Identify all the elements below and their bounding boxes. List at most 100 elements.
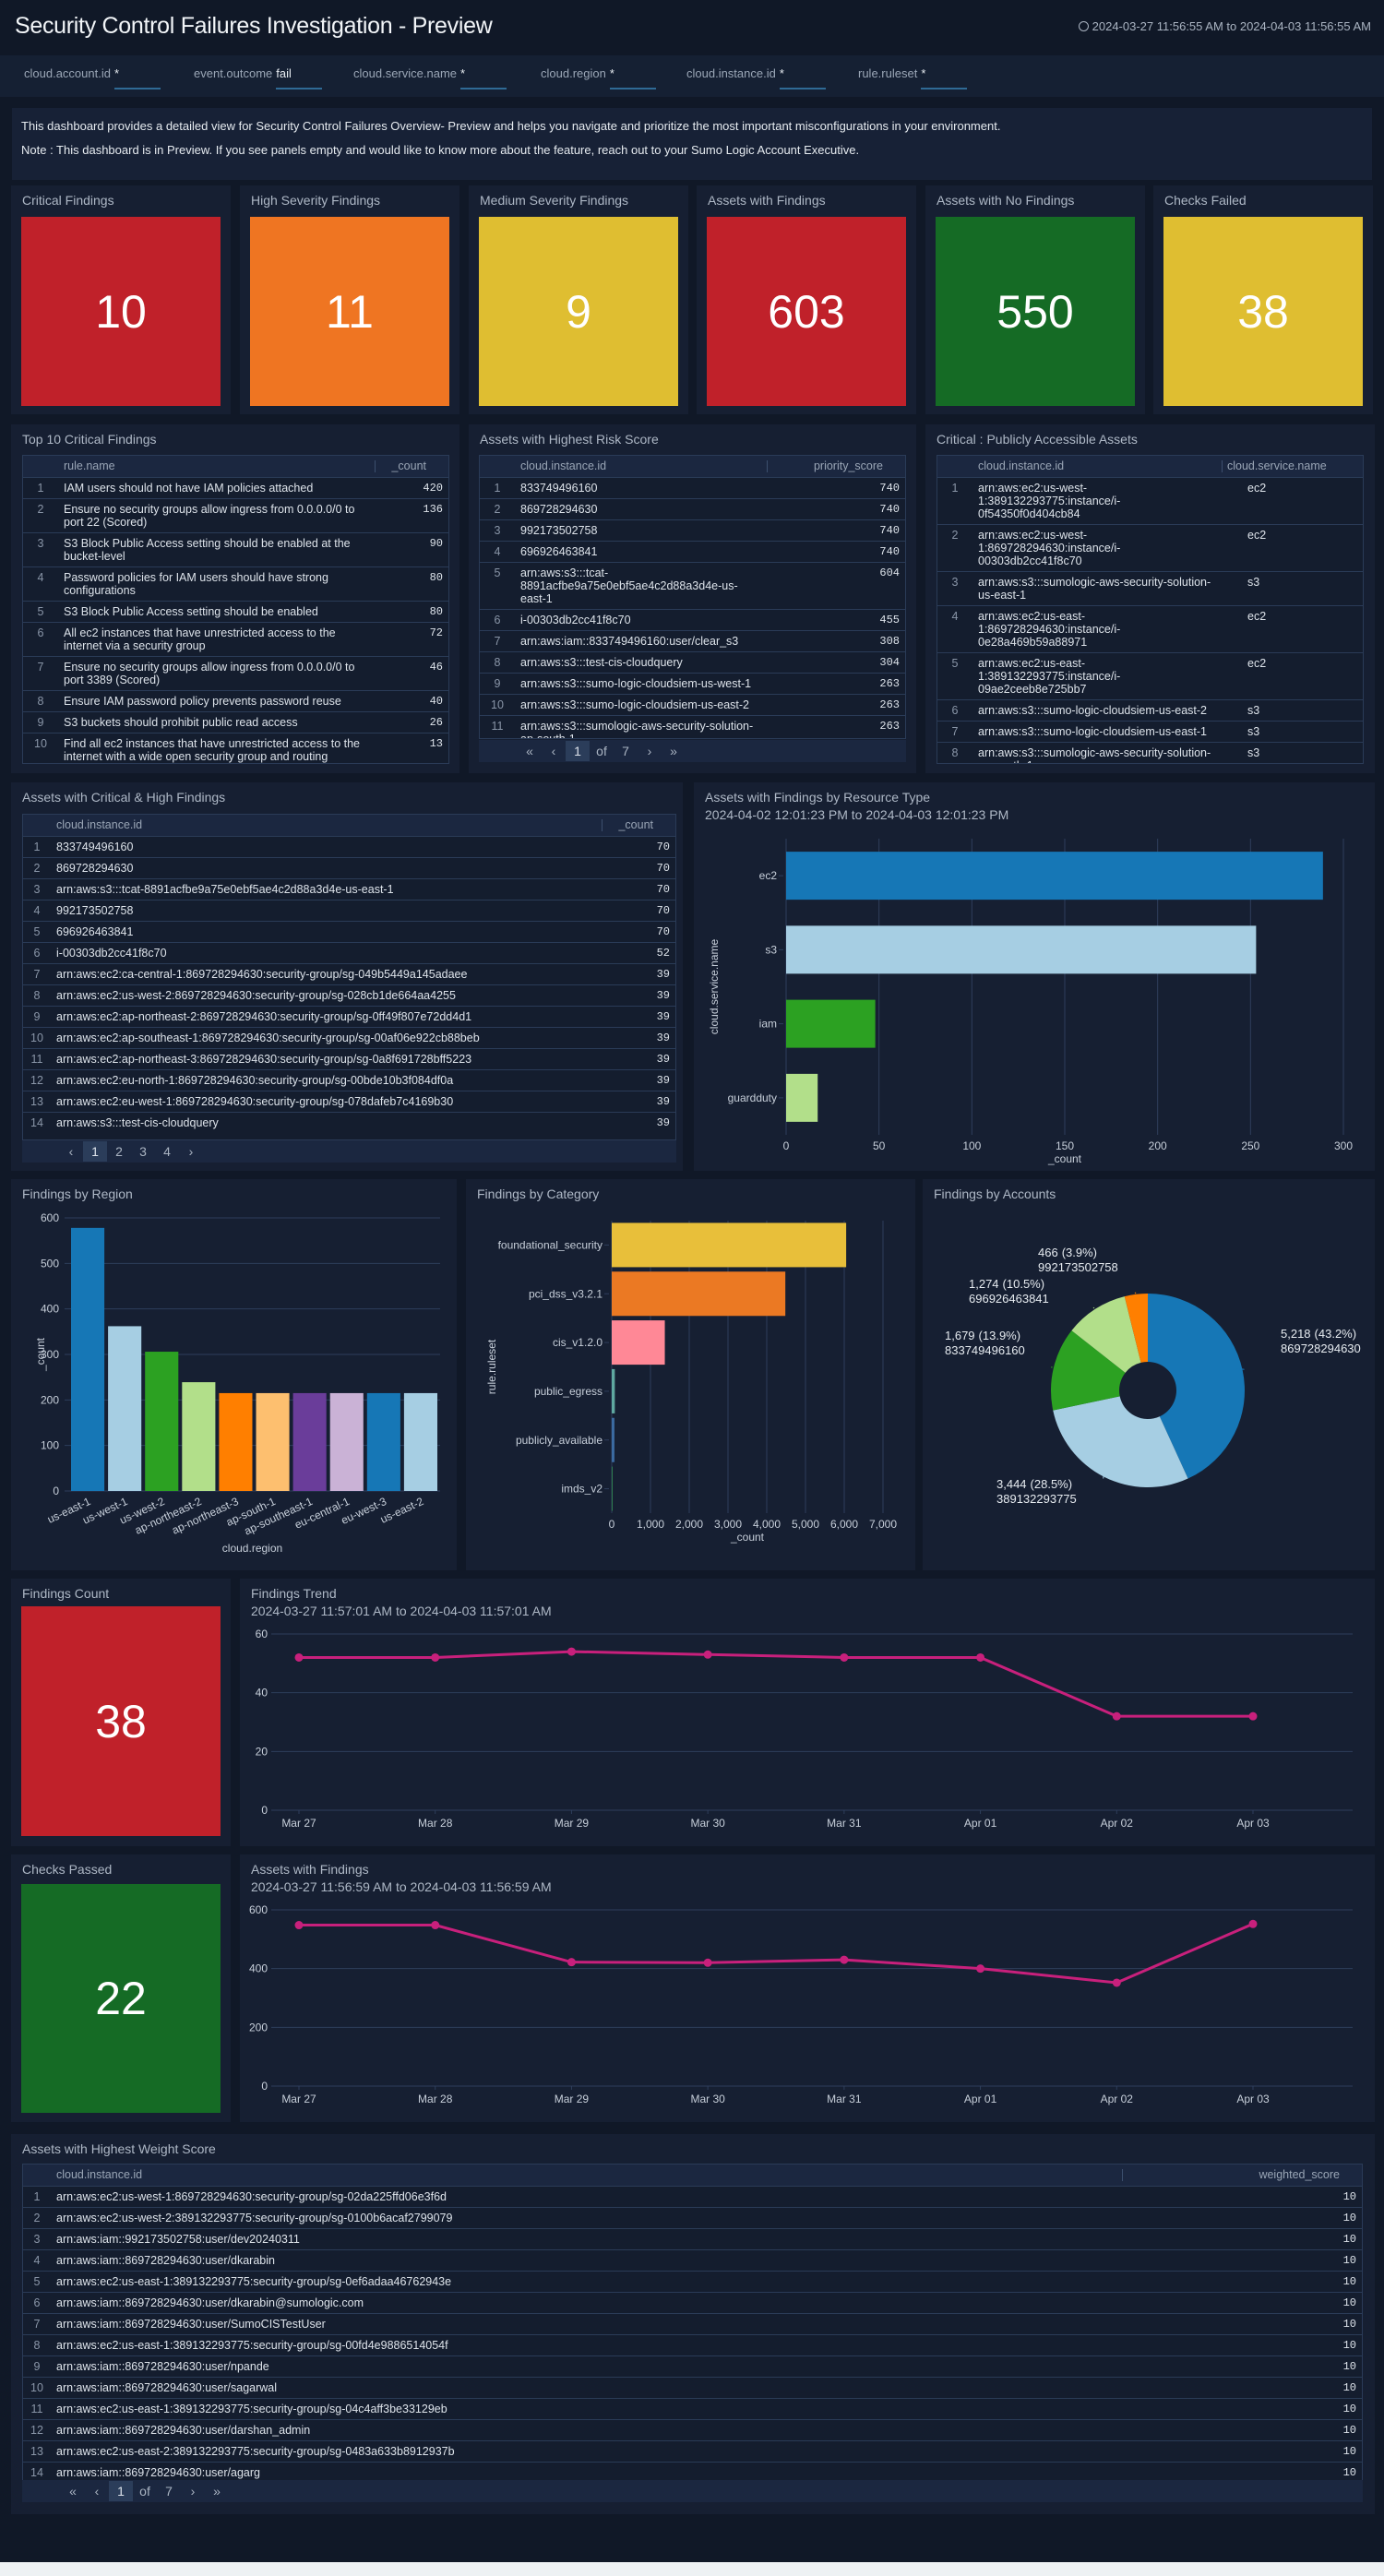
column-header[interactable]: priority_score [767,456,905,477]
data-point-Mar-27[interactable] [294,1921,304,1930]
column-header[interactable]: _count [375,456,448,477]
table-row[interactable]: 1 arn:aws:ec2:us-west-1:389132293775:inst… [937,476,1363,524]
table-row[interactable]: 8 arn:aws:s3:::test-cis-cloudquery 304 [480,650,905,673]
table-row[interactable]: 4 696926463841 740 [480,540,905,562]
table-row[interactable]: 11 arn:aws:s3:::sumologic-aws-security-so… [480,714,905,738]
time-range-picker[interactable]: 2024-03-27 11:56:55 AM to 2024-04-03 11:… [1078,19,1371,33]
bar-pci_dss_v3.2.1[interactable] [612,1271,786,1317]
bar-foundational_security[interactable] [612,1222,847,1268]
table-row[interactable]: 6 arn:aws:s3:::sumo-logic-cloudsiem-us-ea… [937,698,1363,721]
table-row[interactable]: 4 arn:aws:ec2:us-east-1:869728294630:inst… [937,604,1363,652]
table-row[interactable]: 5 arn:aws:ec2:us-east-1:389132293775:secu… [23,2270,1362,2292]
bar-iam[interactable] [786,999,876,1048]
bar-ec2[interactable] [786,852,1323,900]
table-row[interactable]: 14 arn:aws:s3:::test-cis-cloudquery 39 [23,1111,675,1133]
table-row[interactable]: 2 869728294630 70 [23,856,675,878]
table-row[interactable]: 9 S3 buckets should prohibit public read … [23,710,448,733]
filter-cloud-instance-id[interactable]: cloud.instance.id * [686,66,826,89]
bar-us-east-2[interactable] [403,1392,437,1491]
first-page-icon[interactable]: « [518,744,542,758]
table-row[interactable]: 8 arn:aws:ec2:us-east-1:389132293775:secu… [23,2333,1362,2355]
filter-value-input[interactable]: * [609,66,656,89]
last-page-icon[interactable]: » [662,744,686,758]
table-row[interactable]: 5 696926463841 70 [23,920,675,942]
page-button[interactable]: 2 [107,1144,131,1159]
prev-page-icon[interactable]: ‹ [542,744,566,758]
filter-value-input[interactable]: fail [276,66,323,89]
table-row[interactable]: 10 arn:aws:iam::869728294630:user/sagarwa… [23,2376,1362,2398]
filter-event-outcome[interactable]: event.outcome fail [194,66,323,89]
filter-cloud-service-name[interactable]: cloud.service.name * [353,66,507,89]
table-row[interactable]: 12 arn:aws:iam::869728294630:user/darshan… [23,2418,1362,2440]
bar-us-west-1[interactable] [108,1326,142,1491]
filter-rule-ruleset[interactable]: rule.ruleset * [858,66,968,89]
bar-ap-northeast-2[interactable] [182,1382,216,1491]
column-header[interactable]: cloud.instance.id [51,2165,1122,2186]
table-row[interactable]: 11 arn:aws:ec2:ap-northeast-3:86972829463… [23,1047,675,1069]
column-header[interactable] [23,2165,51,2186]
data-point-Mar-31[interactable] [840,1652,849,1662]
next-page-icon[interactable]: › [181,2484,205,2498]
table-row[interactable]: 5 arn:aws:s3:::tcat-8891acfbe9a75e0ebf5ae… [480,561,905,609]
data-point-Mar-29[interactable] [567,1958,576,1967]
column-header[interactable] [937,456,972,477]
table-row[interactable]: 11 arn:aws:ec2:us-east-1:389132293775:sec… [23,2397,1362,2419]
bar-eu-central-1[interactable] [329,1392,364,1491]
column-header[interactable] [23,456,58,477]
column-header[interactable] [480,456,515,477]
current-page[interactable]: 1 [566,741,590,761]
page-button[interactable]: 3 [131,1144,155,1159]
table-row[interactable]: 2 arn:aws:ec2:us-west-1:869728294630:inst… [937,523,1363,571]
last-page-icon[interactable]: » [205,2484,229,2498]
table-row[interactable]: 3 arn:aws:s3:::tcat-8891acfbe9a75e0ebf5ae… [23,877,675,900]
table-row[interactable]: 7 Ensure no security groups allow ingress… [23,655,448,690]
bar-ap-southeast-1[interactable] [292,1392,327,1491]
data-point-Apr-02[interactable] [1112,1711,1121,1721]
table-row[interactable]: 8 arn:aws:ec2:us-west-2:869728294630:secu… [23,984,675,1006]
table-row[interactable]: 4 992173502758 70 [23,899,675,921]
table-row[interactable]: 6 All ec2 instances that have unrestricte… [23,621,448,656]
table-row[interactable]: 13 arn:aws:ec2:eu-west-1:869728294630:sec… [23,1090,675,1112]
bar-ap-northeast-3[interactable] [219,1392,253,1491]
bar-us-east-1[interactable] [71,1227,105,1491]
table-row[interactable]: 8 arn:aws:s3:::sumologic-aws-security-sol… [937,741,1363,763]
data-point-Apr-03[interactable] [1248,1711,1258,1721]
column-header[interactable]: weighted_score [1122,2165,1362,2186]
table-row[interactable]: 1 833749496160 70 [23,835,675,857]
table-row[interactable]: 1 833749496160 740 [480,476,905,498]
table-row[interactable]: 4 Password policies for IAM users should … [23,566,448,601]
table-row[interactable]: 10 arn:aws:ec2:ap-southeast-1:86972829463… [23,1026,675,1048]
table-row[interactable]: 9 arn:aws:ec2:ap-northeast-2:869728294630… [23,1005,675,1027]
prev-page-icon[interactable]: ‹ [85,2484,109,2498]
filter-value-input[interactable]: * [113,66,161,89]
data-point-Mar-30[interactable] [703,1958,712,1967]
column-header[interactable]: cloud.instance.id [972,456,1222,477]
table-row[interactable]: 2 arn:aws:ec2:us-west-2:389132293775:secu… [23,2206,1362,2228]
table-row[interactable]: 9 arn:aws:iam::869728294630:user/npande 10 [23,2355,1362,2377]
bar-imds_v2[interactable] [612,1466,613,1511]
filter-value-input[interactable]: * [460,66,507,89]
table-row[interactable]: 10 Find all ec2 instances that have unres… [23,732,448,763]
page-button[interactable]: 4 [155,1144,179,1159]
data-point-Mar-30[interactable] [703,1650,712,1659]
column-header[interactable]: cloud.instance.id [515,456,767,477]
table-row[interactable]: 1 arn:aws:ec2:us-west-1:869728294630:secu… [23,2185,1362,2207]
column-header[interactable]: rule.name [58,456,375,477]
bar-guardduty[interactable] [786,1073,818,1122]
table-row[interactable]: 6 arn:aws:iam::869728294630:user/dkarabin… [23,2291,1362,2313]
data-point-Mar-28[interactable] [431,1652,440,1662]
data-point-Mar-27[interactable] [294,1652,304,1662]
pie-slice-389132293775[interactable] [1053,1396,1188,1487]
next-page-icon[interactable]: › [179,1144,203,1159]
data-point-Mar-29[interactable] [567,1647,576,1656]
table-row[interactable]: 10 arn:aws:s3:::sumo-logic-cloudsiem-us-e… [480,693,905,715]
current-page[interactable]: 1 [109,2481,133,2501]
table-row[interactable]: 3 arn:aws:iam::992173502758:user/dev20240… [23,2227,1362,2249]
table-row[interactable]: 7 arn:aws:ec2:ca-central-1:869728294630:s… [23,962,675,984]
data-point-Apr-01[interactable] [976,1964,985,1974]
table-row[interactable]: 7 arn:aws:iam::833749496160:user/clear_s3… [480,629,905,651]
data-point-Apr-01[interactable] [976,1652,985,1662]
page-button[interactable]: 1 [83,1141,107,1162]
filter-cloud-region[interactable]: cloud.region * [541,66,656,89]
table-row[interactable]: 2 Ensure no security groups allow ingress… [23,497,448,532]
